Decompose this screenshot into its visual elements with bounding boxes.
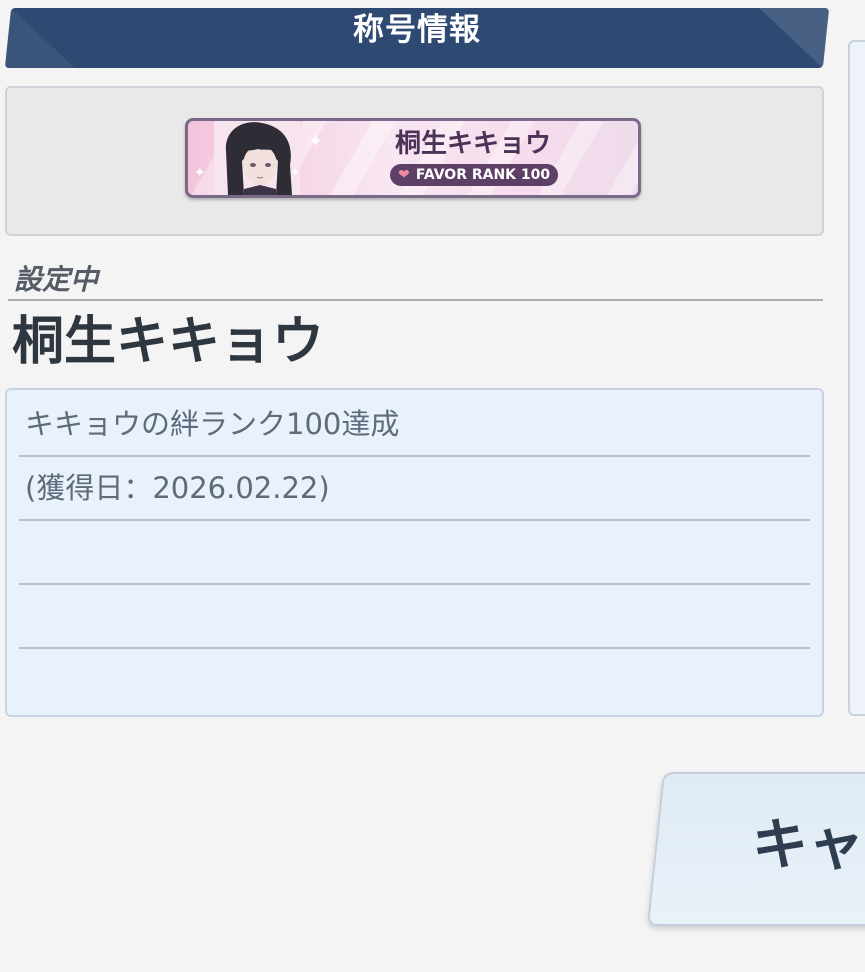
favor-rank-badge: ❤ FAVOR RANK 100 [390, 164, 558, 186]
description-rule [19, 455, 810, 457]
divider [8, 299, 823, 301]
acquired-date: (獲得日：2026.02.22) [25, 471, 330, 505]
current-title-name: 桐生キキョウ [12, 312, 325, 372]
sparkle-icon: ✦ [290, 165, 301, 179]
sparkle-icon: ✦ [308, 131, 324, 152]
description-line: キキョウの絆ランク100達成 [25, 407, 400, 441]
side-panel-edge [848, 40, 865, 716]
current-setting-label: 設定中 [14, 263, 99, 296]
dialog-title: 称号情報 [353, 12, 481, 48]
description-rule [19, 583, 810, 585]
description-rule [19, 647, 810, 649]
description-box: キキョウの絆ランク100達成 (獲得日：2026.02.22) [5, 388, 824, 717]
favor-rank-text: FAVOR RANK 100 [415, 167, 551, 183]
heart-icon: ❤ [398, 167, 410, 183]
character-portrait [214, 121, 300, 195]
description-rule [19, 519, 810, 521]
cancel-button-label[interactable]: キャ [752, 810, 864, 882]
plate-title-name: 桐生キキョウ [394, 129, 551, 159]
sparkle-icon: ✦ [194, 165, 206, 181]
title-plate[interactable]: ✦ ✦ ✦ 桐生キキョウ ❤ FAVOR RANK 100 [185, 118, 641, 198]
